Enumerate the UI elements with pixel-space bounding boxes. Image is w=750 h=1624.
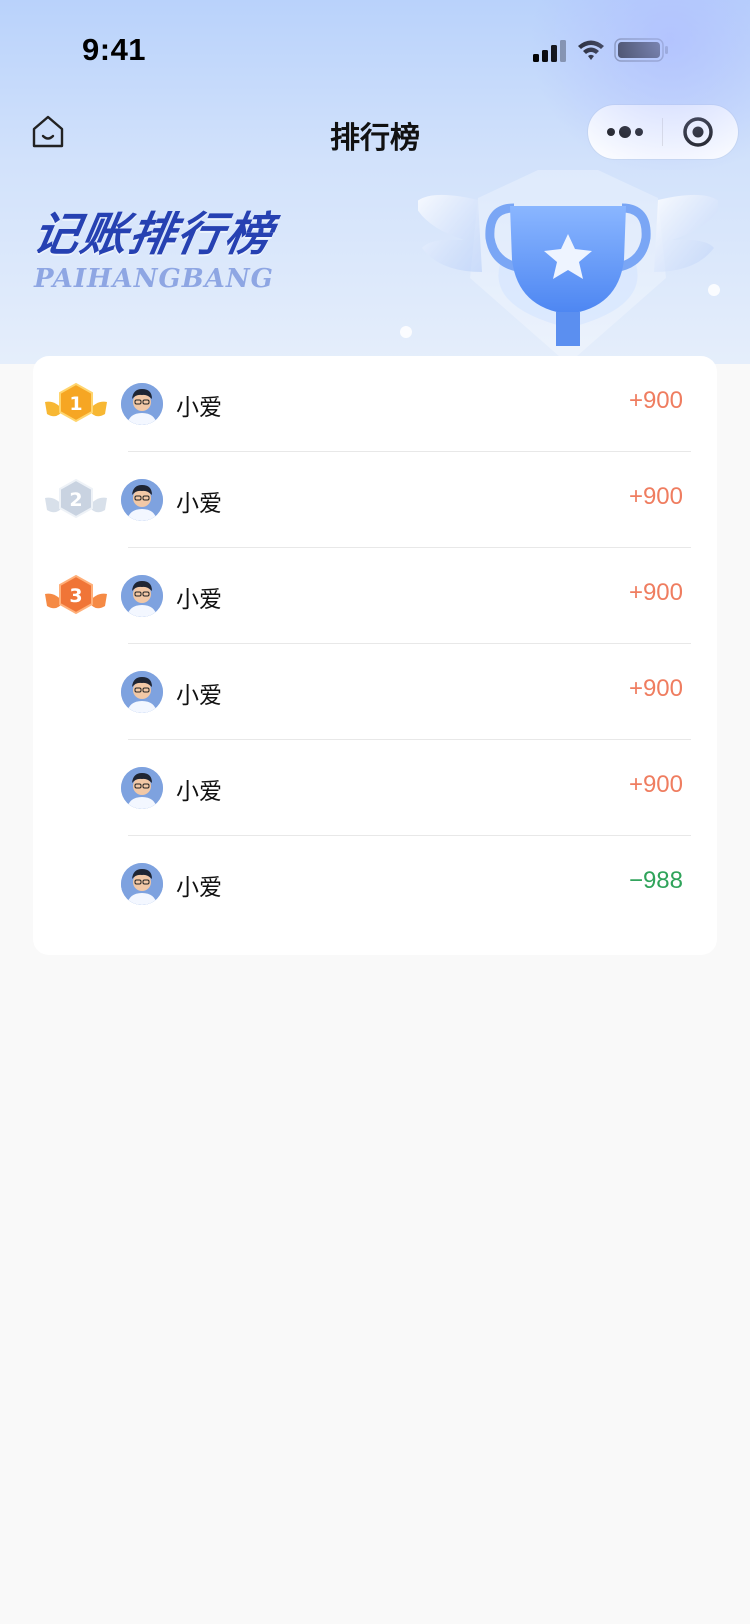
avatar	[121, 575, 163, 617]
svg-text:3: 3	[69, 585, 82, 607]
user-name: 小爱	[176, 875, 222, 901]
page-title: 排行榜	[330, 121, 420, 156]
wifi-icon	[578, 40, 604, 60]
banner-title: 记账排行榜	[28, 207, 279, 261]
target-close-icon[interactable]	[670, 112, 730, 152]
ranking-card: 1 小爱 +900 2 小爱 +900 3 小爱 +900 小爱 +900 小爱…	[33, 356, 717, 955]
mini-program-capsule	[588, 105, 738, 159]
user-name: 小爱	[176, 683, 222, 709]
user-name: 小爱	[176, 779, 222, 805]
avatar	[121, 671, 163, 713]
user-name: 小爱	[176, 491, 222, 517]
capsule-divider	[662, 118, 663, 146]
bronze-medal-icon: 3	[45, 574, 107, 615]
list-item[interactable]: 小爱 +900	[33, 740, 717, 836]
score-value: +900	[628, 675, 683, 702]
gold-medal-icon: 1	[45, 382, 107, 423]
list-item[interactable]: 小爱 +900	[33, 644, 717, 740]
silver-medal-icon: 2	[45, 478, 107, 519]
trophy-illustration	[418, 170, 718, 364]
sparkle-dot	[708, 284, 720, 296]
header-banner: 9:41 排行榜 记账排行榜 PAIHANGBANG	[0, 0, 750, 364]
banner-subtitle: PAIHANGBANG	[34, 264, 274, 294]
sparkle-dot	[400, 326, 412, 338]
svg-text:2: 2	[69, 489, 82, 511]
avatar	[121, 767, 163, 809]
avatar	[121, 479, 163, 521]
avatar	[121, 863, 163, 905]
status-time: 9:41	[82, 32, 147, 67]
more-dots-icon[interactable]	[598, 112, 653, 152]
battery-icon	[614, 38, 668, 62]
user-name: 小爱	[176, 395, 222, 421]
list-item[interactable]: 1 小爱 +900	[33, 356, 717, 452]
list-item[interactable]: 3 小爱 +900	[33, 548, 717, 644]
list-item[interactable]: 2 小爱 +900	[33, 452, 717, 548]
nav-bar: 排行榜	[0, 100, 750, 164]
signal-icon	[533, 40, 566, 62]
list-item[interactable]: 小爱 −988	[33, 836, 717, 932]
score-value: +900	[628, 579, 683, 606]
avatar	[121, 383, 163, 425]
score-value: +900	[628, 483, 683, 510]
score-value: −988	[628, 867, 683, 894]
score-value: +900	[628, 771, 683, 798]
status-bar: 9:41	[0, 0, 750, 100]
score-value: +900	[628, 387, 683, 414]
user-name: 小爱	[176, 587, 222, 613]
svg-text:1: 1	[69, 393, 82, 415]
